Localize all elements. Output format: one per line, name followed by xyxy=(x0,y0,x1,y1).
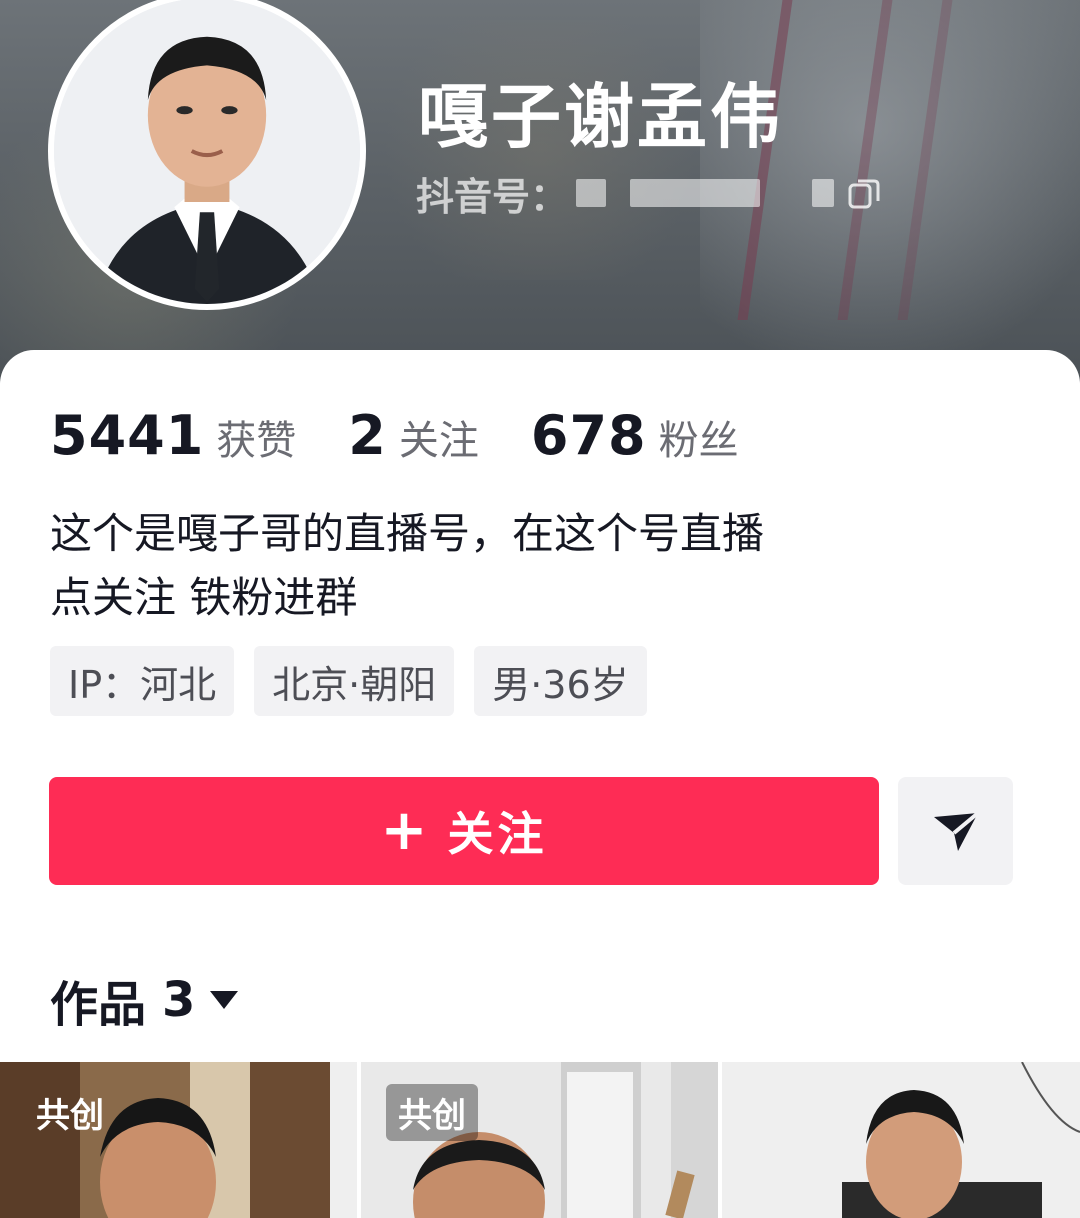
stat-label: 关注 xyxy=(398,417,479,464)
profile-bio: 这个是嘎子哥的直播号，在这个号直播 点关注 铁粉进群 xyxy=(50,502,950,630)
video-thumbnail[interactable]: 共创 xyxy=(0,1062,357,1218)
thumbnail-image xyxy=(722,1062,1080,1218)
stat-number: 5441 xyxy=(50,403,205,467)
video-thumbnail[interactable] xyxy=(722,1062,1080,1218)
douyin-id-masked xyxy=(630,179,761,207)
douyin-id-label: 抖音号： xyxy=(416,174,569,219)
works-title: 作品 xyxy=(50,977,147,1033)
douyin-id-masked xyxy=(812,179,835,207)
follow-button-label: 关注 xyxy=(447,807,548,861)
send-icon xyxy=(933,811,979,851)
user-name: 嘎子谢孟伟 xyxy=(418,76,783,158)
stats-row: 5441 获赞 2 关注 678 粉丝 xyxy=(50,400,791,470)
profile-tags: IP：河北 北京·朝阳 男·36岁 xyxy=(50,646,667,716)
bio-line: 点关注 铁粉进群 xyxy=(50,573,358,622)
tag-gender-age: 男·36岁 xyxy=(474,646,647,716)
douyin-id-row: 抖音号： xyxy=(416,168,884,219)
tag-ip-location: IP：河北 xyxy=(50,646,235,716)
stat-label: 粉丝 xyxy=(658,417,739,464)
avatar[interactable] xyxy=(48,0,366,310)
avatar-image xyxy=(54,0,360,304)
stat-number: 678 xyxy=(530,403,647,467)
co-creation-badge: 共创 xyxy=(386,1084,478,1141)
copy-icon[interactable] xyxy=(844,173,884,213)
works-tab[interactable]: 作品 3 xyxy=(50,968,239,1033)
follow-button[interactable]: + 关注 xyxy=(49,777,879,885)
works-count: 3 xyxy=(162,972,196,1028)
stat-followers[interactable]: 678 粉丝 xyxy=(531,404,739,467)
video-thumbnail[interactable]: 共创 xyxy=(361,1062,718,1218)
co-creation-badge: 共创 xyxy=(36,1096,104,1136)
send-message-button[interactable] xyxy=(898,777,1013,885)
tag-city: 北京·朝阳 xyxy=(254,646,455,716)
plus-icon: + xyxy=(380,798,432,863)
stat-number: 2 xyxy=(348,403,387,467)
bio-line: 这个是嘎子哥的直播号，在这个号直播 xyxy=(50,509,765,558)
caret-down-icon xyxy=(210,991,239,1009)
douyin-id-masked xyxy=(576,179,607,207)
stat-following[interactable]: 2 关注 xyxy=(348,404,479,467)
stat-likes[interactable]: 5441 获赞 xyxy=(50,404,296,467)
stat-label: 获赞 xyxy=(216,417,297,464)
